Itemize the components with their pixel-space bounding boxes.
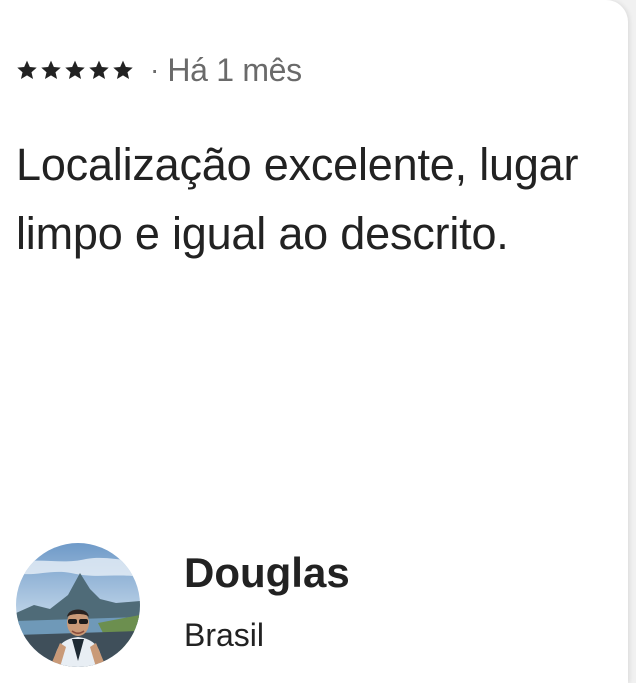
reviewer-avatar[interactable] bbox=[16, 543, 140, 667]
star-icon bbox=[40, 59, 62, 81]
star-icon bbox=[112, 59, 134, 81]
reviewer-name[interactable]: Douglas bbox=[184, 547, 350, 599]
star-icon bbox=[88, 59, 110, 81]
separator-dot: · bbox=[150, 54, 160, 85]
star-icon bbox=[64, 59, 86, 81]
star-rating bbox=[16, 59, 134, 81]
user-avatar-photo-icon bbox=[16, 543, 140, 667]
reviewer[interactable]: Douglas Brasil bbox=[16, 543, 350, 667]
star-icon bbox=[16, 59, 38, 81]
reviewer-country: Brasil bbox=[184, 617, 265, 653]
review-text: Localização excelente, lugar limpo e igu… bbox=[16, 139, 579, 259]
reviewer-info: Douglas Brasil bbox=[184, 547, 350, 657]
rating-row: · Há 1 mês bbox=[16, 50, 302, 90]
review-date: Há 1 mês bbox=[167, 51, 302, 88]
review-card: · Há 1 mês Localização excelente, lugar … bbox=[0, 0, 628, 683]
